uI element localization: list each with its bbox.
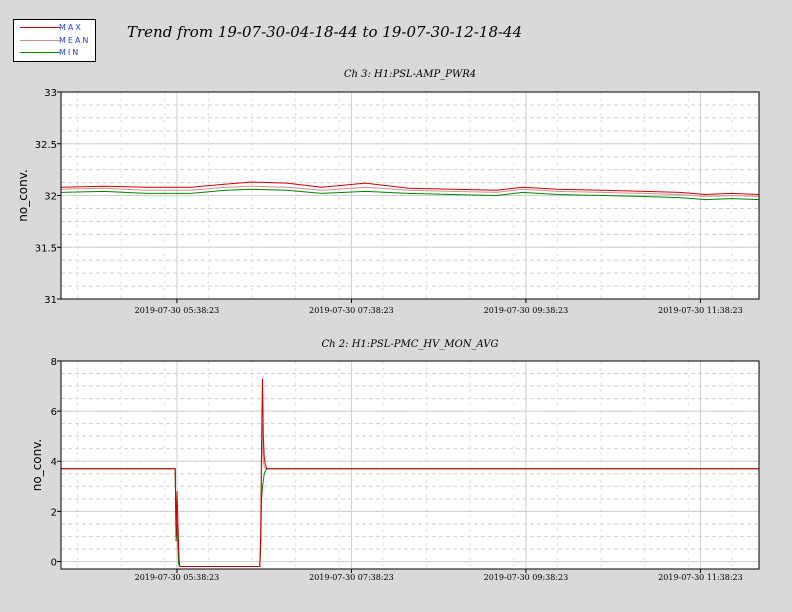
panel-1-ylabel: no_conv. [16,169,30,221]
panel-1-title: Ch 3: H1:PSL-AMP_PWR4 [344,69,476,80]
panel-1-ytick-label: 31.5 [35,243,57,254]
panel-2-title: Ch 2: H1:PSL-PMC_HV_MON_AVG [322,339,499,350]
panel-2-xtick-label: 2019-07-30 07:38:23 [309,573,394,582]
chart-area: 31 31.5 32 32.5 33 2019-07-30 05:38:23 2019-07… [16,69,760,582]
panel-1-ytick-label: 31 [44,295,57,306]
panel-2-ytick-label: 0 [51,557,57,568]
panel-1-ytick-label: 33 [44,88,57,99]
panel-2-ytick-label: 2 [51,507,57,518]
panel-2-xtick-label: 2019-07-30 09:38:23 [484,573,569,582]
panel-2-ytick-label: 8 [51,357,57,368]
panel-2-ylabel: no_conv. [30,439,44,491]
panel-1-xtick-label: 2019-07-30 07:38:23 [309,306,394,315]
panel-2-ytick-label: 4 [51,457,57,468]
panel-1-xtick-label: 2019-07-30 09:38:23 [484,306,569,315]
panel-1-ytick-label: 32 [44,192,57,203]
panel-1-ytick-label: 32.5 [35,140,57,151]
panel-2-xtick-label: 2019-07-30 05:38:23 [135,573,220,582]
panel-2-ytick-label: 6 [51,407,57,418]
panel-2-plot-area [60,360,760,570]
panel-1-xtick-label: 2019-07-30 11:38:23 [658,306,743,315]
panel-1-xtick-label: 2019-07-30 05:38:23 [135,306,220,315]
panel-2-xtick-label: 2019-07-30 11:38:23 [658,573,743,582]
